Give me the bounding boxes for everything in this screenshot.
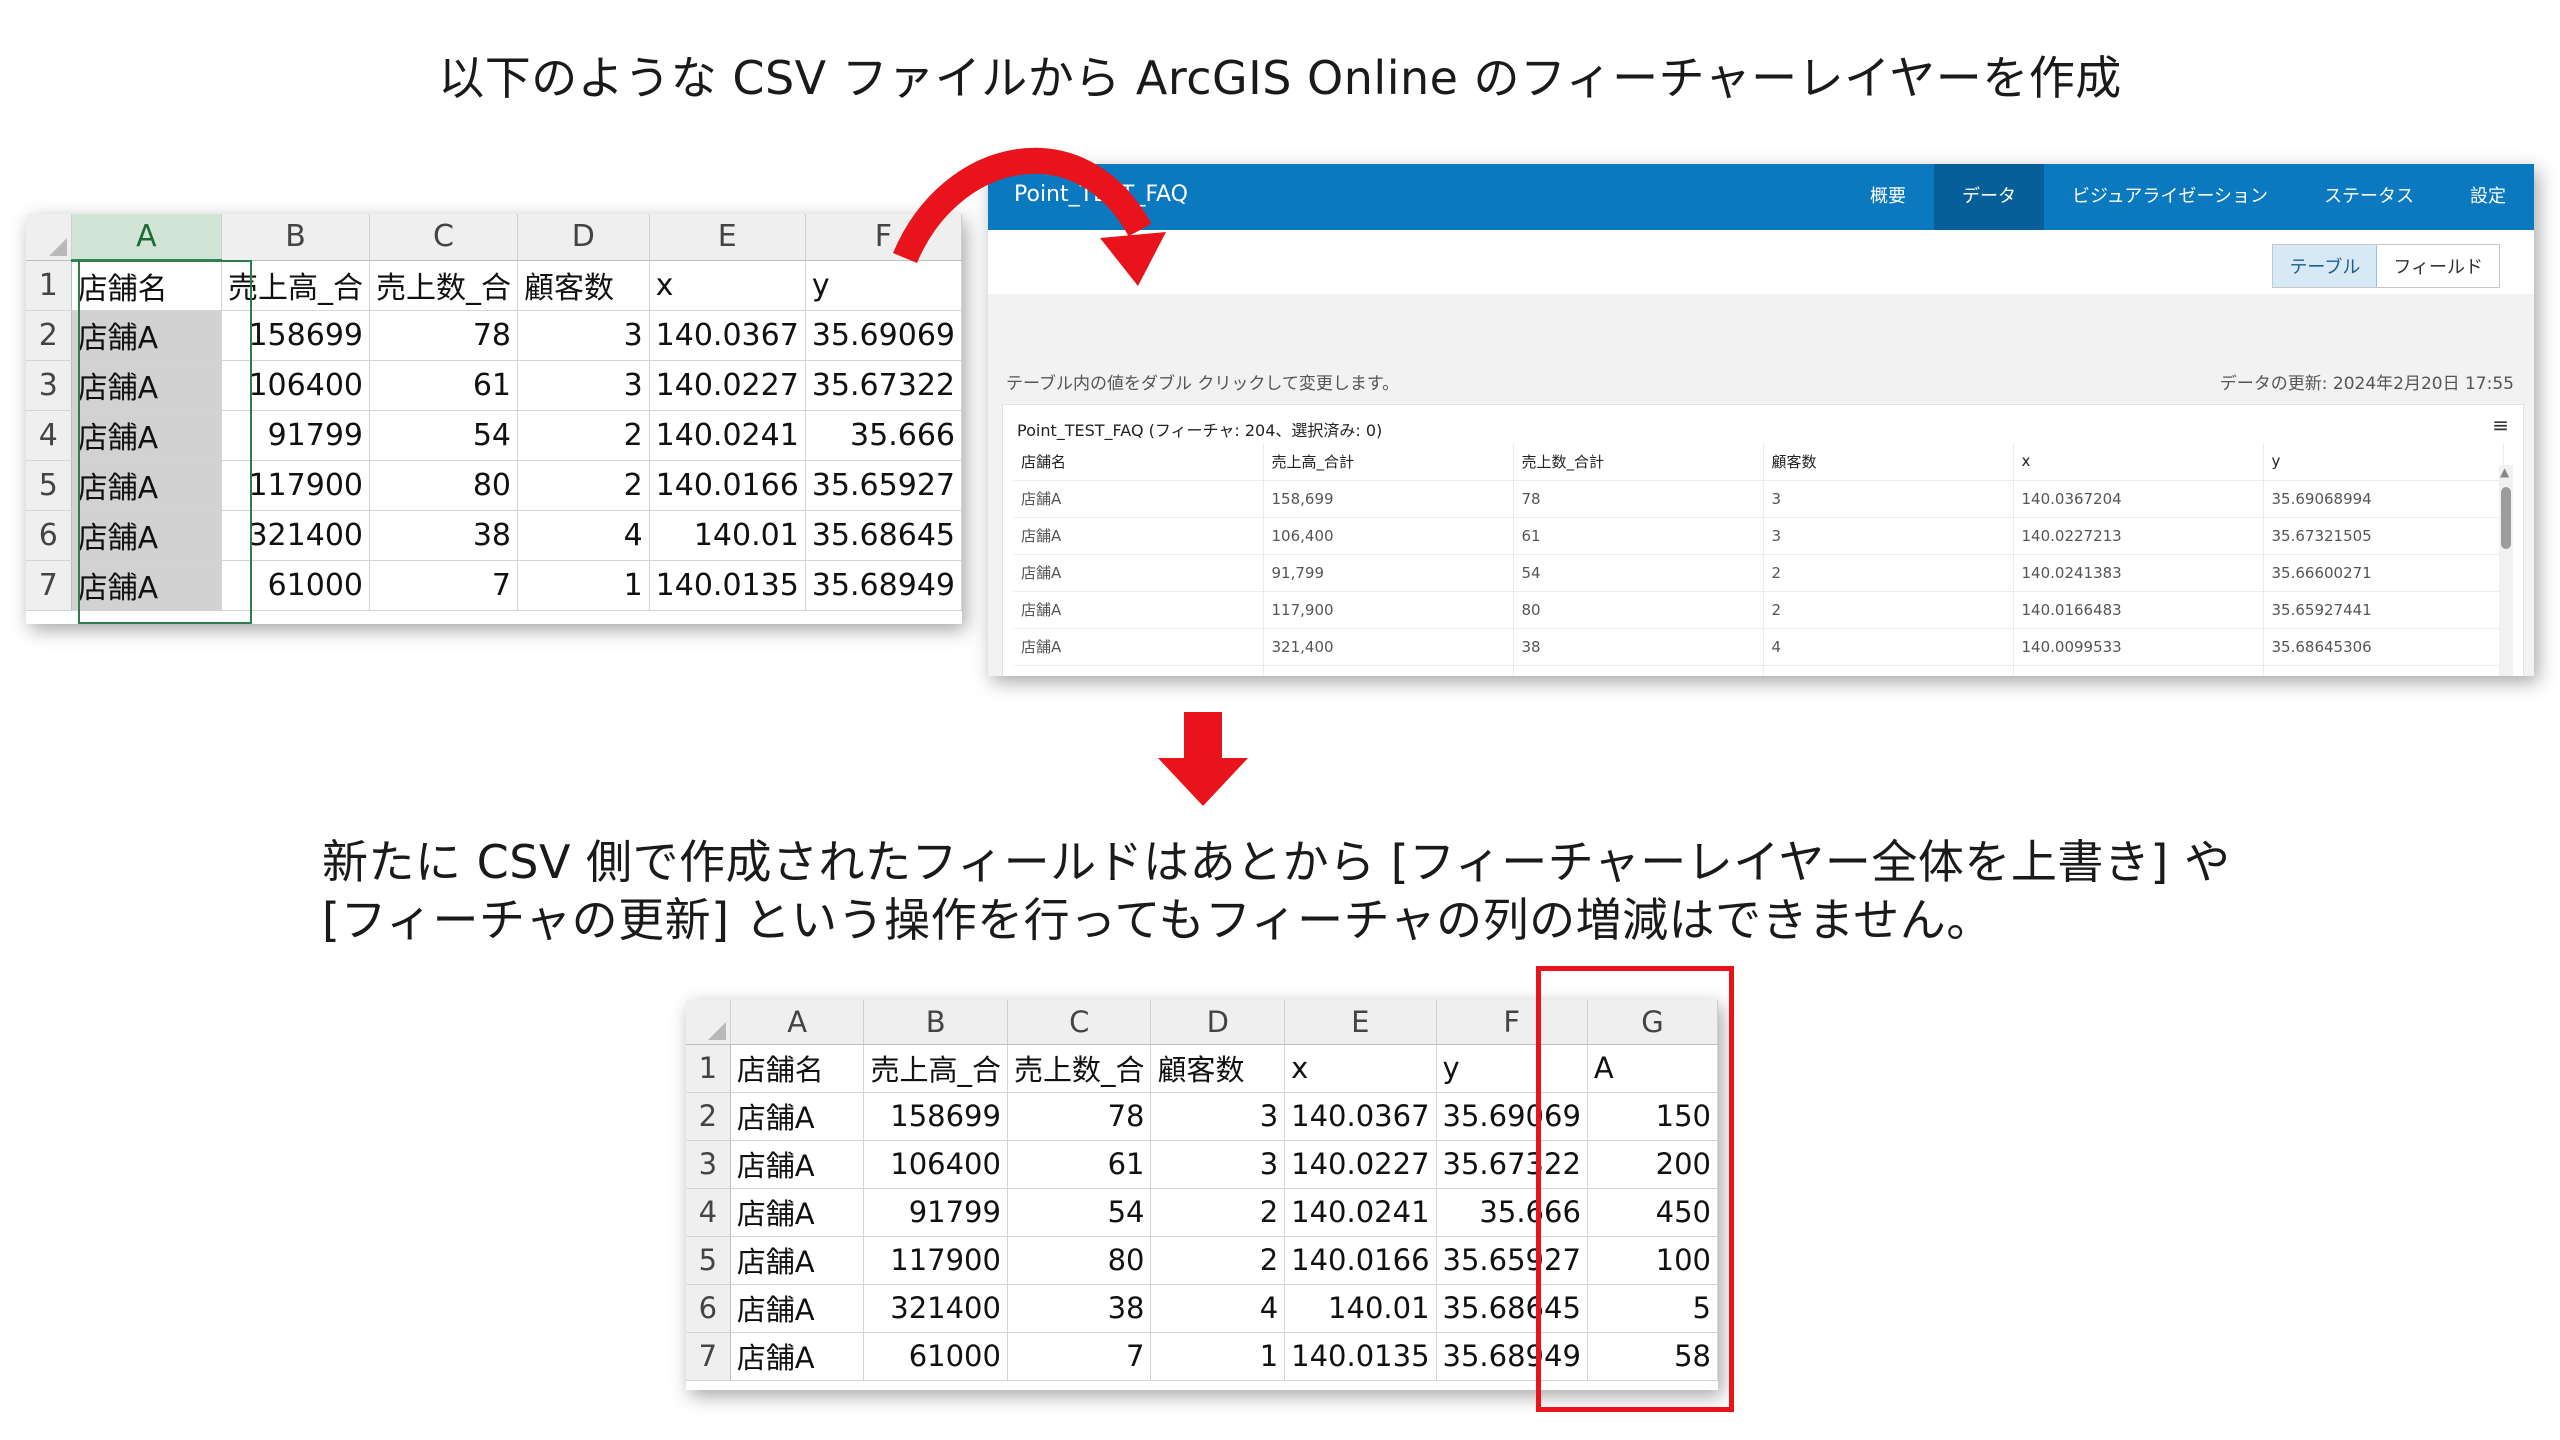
down-arrow-shaft-icon [1184, 712, 1222, 758]
arrows-overlay [893, 147, 1248, 806]
down-arrow-head-icon [1158, 758, 1248, 806]
curved-arrow-head-icon [1100, 232, 1166, 286]
